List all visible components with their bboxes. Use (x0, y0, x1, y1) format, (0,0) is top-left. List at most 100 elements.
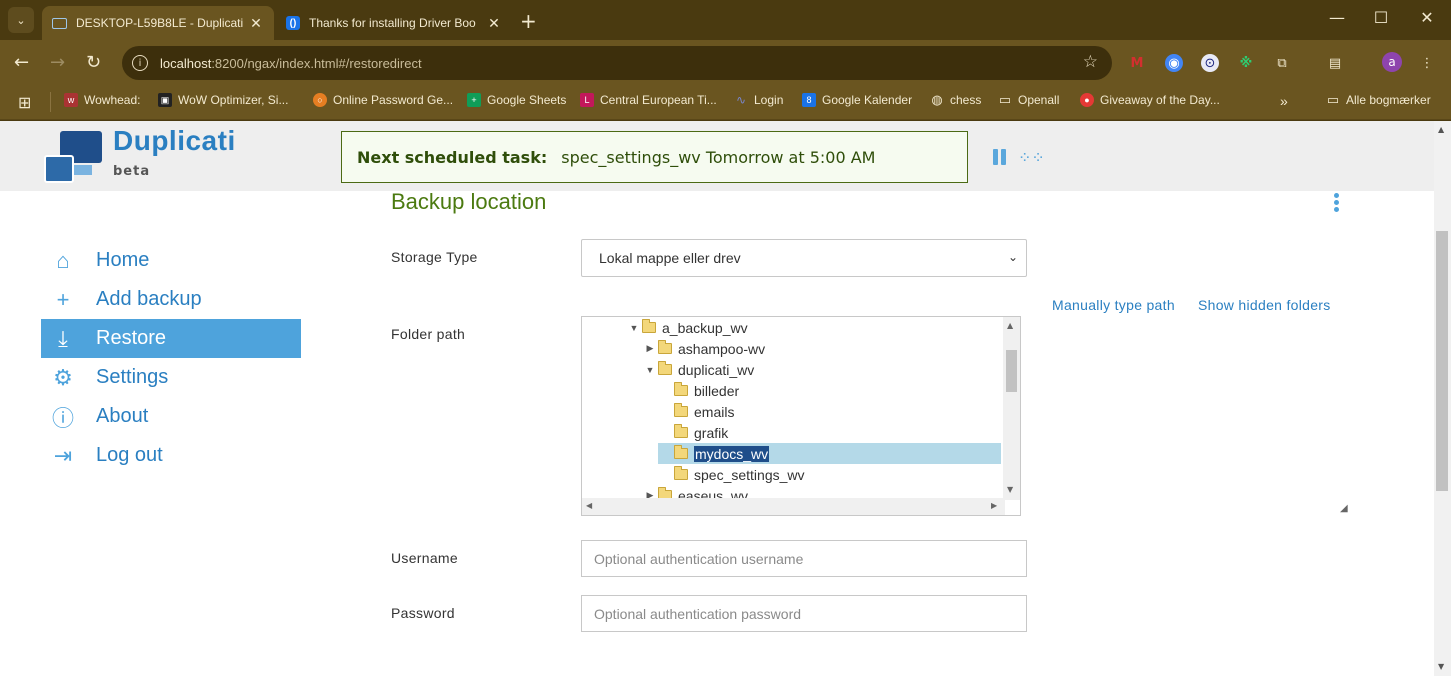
tab-close-icon[interactable]: ✕ (248, 15, 264, 32)
scroll-right-arrow-icon[interactable]: ▶ (991, 501, 997, 510)
tree-node-selected[interactable]: mydocs_wv (658, 443, 1001, 464)
address-bar[interactable]: i localhost:8200/ngax/index.html#/restor… (122, 46, 1112, 80)
duplicati-logo-icon[interactable] (42, 129, 106, 185)
tree-node[interactable]: billeder (658, 380, 739, 401)
chevron-down-icon: ⌄ (1007, 250, 1018, 264)
tree-node[interactable]: emails (658, 401, 734, 422)
tree-node[interactable]: ▼ duplicati_wv (642, 359, 754, 380)
folder-icon (658, 361, 672, 375)
profile-avatar[interactable]: a (1382, 52, 1402, 72)
tree-node[interactable]: ▶ ashampoo-wv (642, 338, 765, 359)
tab-close-icon[interactable]: ✕ (486, 15, 502, 32)
tree-node[interactable]: spec_settings_wv (658, 464, 805, 485)
bookmark-giveaway-of-the-day[interactable]: ● Giveaway of the Day... (1080, 93, 1220, 107)
folder-icon (674, 382, 688, 396)
sidebar-item-settings[interactable]: ⚙ Settings (41, 358, 301, 397)
address-url[interactable]: localhost:8200/ngax/index.html#/restored… (160, 56, 422, 71)
username-input[interactable] (581, 540, 1027, 577)
extensions-puzzle-icon[interactable]: ⧉ (1273, 54, 1291, 72)
bookmark-chess[interactable]: ◍ chess (930, 92, 981, 107)
storage-type-label: Storage Type (391, 249, 478, 265)
bookmarks-divider (50, 92, 51, 112)
green-extension-icon[interactable]: ※ (1237, 54, 1255, 72)
sidebar-item-log-out[interactable]: ⇥ Log out (41, 436, 301, 475)
window-close-icon[interactable]: ✕ (1404, 8, 1450, 27)
bookmark-google-sheets[interactable]: + Google Sheets (467, 93, 566, 107)
gear-icon: ⚙ (53, 364, 73, 390)
plus-icon: + (56, 286, 70, 312)
password-manager-icon[interactable]: ⊙ (1201, 54, 1219, 72)
tab-bar: ⌄ DESKTOP-L59B8LE - Duplicati ✕ () Thank… (0, 0, 1451, 40)
all-bookmarks-folder[interactable]: ▭ Alle bogmærker (1326, 92, 1431, 107)
folder-icon (674, 403, 688, 417)
scroll-down-arrow-icon[interactable]: ▼ (1007, 485, 1013, 494)
browser-toolbar: ← → ↻ i localhost:8200/ngax/index.html#/… (0, 40, 1451, 86)
folder-icon (674, 424, 688, 438)
app-header: Duplicati beta Next scheduled task: spec… (0, 121, 1434, 191)
browser-menu-icon[interactable]: ⋮ (1418, 54, 1436, 72)
caret-down-icon[interactable]: ▼ (642, 365, 658, 375)
brand-name[interactable]: Duplicati (113, 125, 236, 157)
tab-search-chevron-icon[interactable]: ⌄ (8, 7, 34, 33)
page-scrollbar[interactable]: ▲ ▼ (1434, 121, 1451, 676)
globe-icon: ◍ (931, 92, 943, 107)
reload-icon[interactable]: ↻ (86, 52, 101, 73)
reading-list-icon[interactable]: ▤ (1326, 54, 1344, 72)
wow-optimizer-icon: ▣ (158, 93, 172, 107)
bookmark-wowhead[interactable]: w Wowhead: (64, 93, 140, 107)
kebab-menu-icon[interactable] (1334, 193, 1340, 213)
login-wave-icon: ∿ (735, 93, 747, 107)
scroll-left-arrow-icon[interactable]: ◀ (586, 501, 592, 510)
maximize-icon[interactable]: ☐ (1358, 8, 1404, 27)
bookmark-central-european-time[interactable]: L Central European Ti... (580, 93, 717, 107)
scroll-up-arrow-icon[interactable]: ▲ (1007, 321, 1013, 330)
bookmarks-overflow-icon[interactable]: » (1280, 93, 1288, 109)
pause-icon[interactable] (993, 149, 1007, 165)
show-hidden-folders-link[interactable]: Show hidden folders (1198, 297, 1331, 313)
page-scroll-thumb[interactable] (1436, 231, 1448, 491)
chrome-extension-icon[interactable]: ◉ (1165, 54, 1183, 72)
google-sheets-icon: + (467, 93, 481, 107)
folder-icon (674, 445, 688, 459)
throttle-speed-icon[interactable]: ⁘⁘ (1018, 148, 1045, 167)
storage-type-select[interactable]: Lokal mappe eller drev ⌄ (581, 239, 1027, 277)
tree-horizontal-scrollbar[interactable]: ◀ ▶ (582, 498, 1005, 515)
tree-vertical-scrollbar[interactable]: ▲ ▼ (1003, 317, 1020, 500)
folder-icon (658, 340, 672, 354)
folder-icon (674, 466, 688, 480)
tree-node[interactable]: ▼ a_backup_wv (626, 317, 748, 338)
site-info-icon[interactable]: i (132, 55, 148, 71)
sidebar-item-about[interactable]: ⓘ About (41, 397, 301, 436)
back-arrow-icon[interactable]: ← (14, 52, 29, 73)
tree-node[interactable]: grafik (658, 422, 728, 443)
manually-type-path-link[interactable]: Manually type path (1052, 297, 1175, 313)
tab-duplicati[interactable]: DESKTOP-L59B8LE - Duplicati ✕ (42, 6, 274, 40)
new-tab-plus-icon[interactable]: + (520, 9, 537, 33)
bookmark-login[interactable]: ∿ Login (734, 93, 783, 107)
scroll-thumb[interactable] (1006, 350, 1017, 392)
bookmark-wow-optimizer[interactable]: ▣ WoW Optimizer, Si... (158, 93, 288, 107)
caret-down-icon[interactable]: ▼ (626, 323, 642, 333)
bookmark-openall[interactable]: ▭ Openall (998, 92, 1060, 107)
password-input[interactable] (581, 595, 1027, 632)
tab-driver-booster[interactable]: () Thanks for installing Driver Boo ✕ (276, 6, 512, 40)
bookmark-password-generator[interactable]: ○ Online Password Ge... (313, 93, 453, 107)
resize-grip-icon[interactable]: ◢ (1340, 503, 1348, 514)
folder-tree[interactable]: ▼ a_backup_wv ▶ ashampoo-wv ▼ duplicati_… (581, 316, 1021, 516)
bookmark-star-icon[interactable]: ☆ (1083, 52, 1098, 72)
bookmark-google-kalender[interactable]: 8 Google Kalender (802, 93, 912, 107)
sidebar-item-add-backup[interactable]: + Add backup (41, 280, 301, 319)
apps-grid-icon[interactable]: ⊞ (18, 93, 31, 113)
bookmarks-bar: ⊞ w Wowhead: ▣ WoW Optimizer, Si... ○ Onlin… (0, 86, 1451, 120)
driver-booster-favicon-icon: () (286, 16, 300, 30)
caret-right-icon[interactable]: ▶ (642, 343, 658, 354)
scroll-down-arrow-icon[interactable]: ▼ (1438, 662, 1444, 671)
tab-title: DESKTOP-L59B8LE - Duplicati (76, 16, 244, 30)
sidebar-item-restore[interactable]: ⤓ Restore (41, 319, 301, 358)
restore-icon: ⤓ (58, 325, 68, 351)
minimize-icon[interactable]: — (1314, 8, 1360, 27)
scroll-up-arrow-icon[interactable]: ▲ (1438, 125, 1444, 134)
gmail-extension-icon[interactable]: M (1128, 54, 1146, 72)
sidebar-item-home[interactable]: ⌂ Home (41, 241, 301, 280)
forward-arrow-icon[interactable]: → (50, 52, 65, 73)
